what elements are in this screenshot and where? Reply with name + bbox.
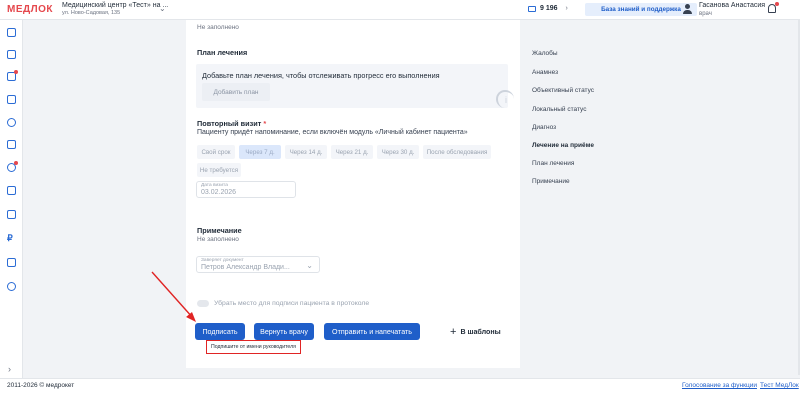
settings-icon[interactable] — [7, 282, 16, 291]
treatment-plan-box: Добавьте план лечения, чтобы отслеживать… — [196, 64, 514, 108]
feature-voting-link[interactable]: Голосование за функции — [682, 382, 757, 389]
chip-not-required[interactable]: Не требуется — [197, 163, 241, 177]
nav-treatment-plan[interactable]: План лечения — [532, 160, 574, 167]
sign-as-head-hint: Подпишите от имени руководителя — [206, 340, 301, 354]
revisit-title-text: Повторный визит — [197, 119, 262, 128]
to-templates-label: В шаблоны — [460, 328, 501, 336]
return-to-doctor-button[interactable]: Вернуть врачу — [254, 323, 314, 340]
visit-date-value: 03.02.2026 — [201, 189, 237, 196]
chevron-right-icon: › — [565, 5, 568, 12]
patients-icon[interactable] — [7, 118, 16, 127]
visit-date-label: Дата визита — [201, 183, 228, 188]
chip-7-days[interactable]: Через 7 д. — [239, 145, 281, 159]
calendar-icon[interactable] — [7, 28, 16, 37]
chip-30-days[interactable]: Через 30 д. — [377, 145, 419, 159]
logo[interactable]: МЕДЛОК — [7, 4, 53, 15]
top-bar: МЕДЛОК Медицинский центр «Тест» на ... у… — [0, 0, 800, 20]
top-field-value: Не заполнено — [197, 24, 239, 31]
knowledge-base-button[interactable]: База знаний и поддержка — [585, 3, 697, 16]
user-icon[interactable] — [683, 4, 692, 15]
puzzle-icon[interactable] — [7, 258, 16, 267]
wallet-icon — [528, 5, 536, 12]
bell-icon[interactable] — [768, 2, 779, 13]
protocol-form: Не заполнено План лечения Добавьте план … — [186, 20, 520, 368]
required-mark: * — [263, 119, 267, 128]
balance-widget[interactable]: 9 196 › — [528, 5, 568, 12]
certifier-label: Заверяет документ — [201, 258, 244, 263]
nav-local-status[interactable]: Локальный статус — [532, 106, 586, 113]
calendar-icon[interactable] — [7, 50, 16, 59]
toggle-switch[interactable] — [197, 300, 209, 307]
clinic-address: ул. Ново-Садовая, 135 — [62, 10, 121, 16]
sign-button[interactable]: Подписать — [195, 323, 245, 340]
ruble-icon[interactable]: ₽ — [7, 234, 16, 243]
revisit-title: Повторный визит * — [197, 119, 266, 128]
footer: 2011-2026 © медрокет Голосование за функ… — [0, 378, 800, 393]
remove-signature-label: Убрать место для подписи пациента в прот… — [214, 300, 370, 307]
visit-date-field[interactable]: Дата визита 03.02.2026 — [196, 181, 296, 198]
user-name: Гасанова Анастасия — [699, 2, 766, 9]
chip-after-exam[interactable]: После обследования — [423, 145, 491, 159]
nav-diagnosis[interactable]: Диагноз — [532, 124, 556, 131]
to-templates-button[interactable]: + В шаблоны — [450, 326, 501, 338]
notification-dot — [775, 2, 779, 6]
certifier-select[interactable]: Заверяет документ Петров Александр Влади… — [196, 256, 320, 273]
clinic-selector[interactable]: Медицинский центр «Тест» на ... ул. Ново… — [62, 2, 168, 17]
nav-complaints[interactable]: Жалобы — [532, 50, 558, 57]
medical-case-icon[interactable] — [7, 70, 18, 81]
treatment-plan-title: План лечения — [197, 48, 248, 57]
user-profile[interactable]: Гасанова Анастасия врач — [699, 1, 765, 18]
chevron-down-icon[interactable]: ⌄ — [159, 4, 166, 13]
checklist-icon[interactable] — [7, 95, 16, 104]
balance-value: 9 196 — [540, 5, 558, 12]
note-title: Примечание — [197, 226, 242, 235]
clinic-name: Медицинский центр «Тест» на ... — [62, 2, 169, 9]
plus-icon: + — [450, 326, 457, 338]
nav-treatment-at-visit[interactable]: Лечение на приёме — [532, 142, 594, 149]
remove-signature-toggle[interactable]: Убрать место для подписи пациента в прот… — [197, 300, 369, 307]
add-plan-button[interactable]: Добавить план — [202, 83, 270, 101]
info-icon: i — [496, 90, 514, 108]
sidebar: ₽ › — [0, 20, 23, 378]
nav-note[interactable]: Примечание — [532, 178, 570, 185]
chip-own-term[interactable]: Свой срок — [197, 145, 235, 159]
stethoscope-icon[interactable] — [7, 161, 18, 172]
copyright: 2011-2026 © медрокет — [7, 382, 75, 389]
chart-icon[interactable] — [7, 140, 16, 149]
chip-21-days[interactable]: Через 21 д. — [331, 145, 373, 159]
user-role: врач — [699, 11, 712, 17]
test-medlok-link[interactable]: Тест МедЛок — [760, 382, 799, 389]
expand-sidebar-icon[interactable]: › — [8, 364, 11, 374]
bed-icon[interactable] — [7, 186, 16, 195]
box-icon[interactable] — [7, 210, 16, 219]
nav-anamnesis[interactable]: Анамнез — [532, 69, 558, 76]
certifier-value: Петров Александр Влади... — [201, 264, 290, 271]
plan-prompt: Добавьте план лечения, чтобы отслеживать… — [202, 71, 440, 80]
nav-objective-status[interactable]: Объективный статус — [532, 87, 594, 94]
chevron-down-icon: ⌄ — [306, 261, 313, 270]
revisit-note: Пациенту придёт напоминание, если включё… — [197, 129, 468, 136]
note-value: Не заполнено — [197, 236, 239, 243]
send-and-print-button[interactable]: Отправить и напечатать — [324, 323, 420, 340]
chip-14-days[interactable]: Через 14 д. — [285, 145, 327, 159]
